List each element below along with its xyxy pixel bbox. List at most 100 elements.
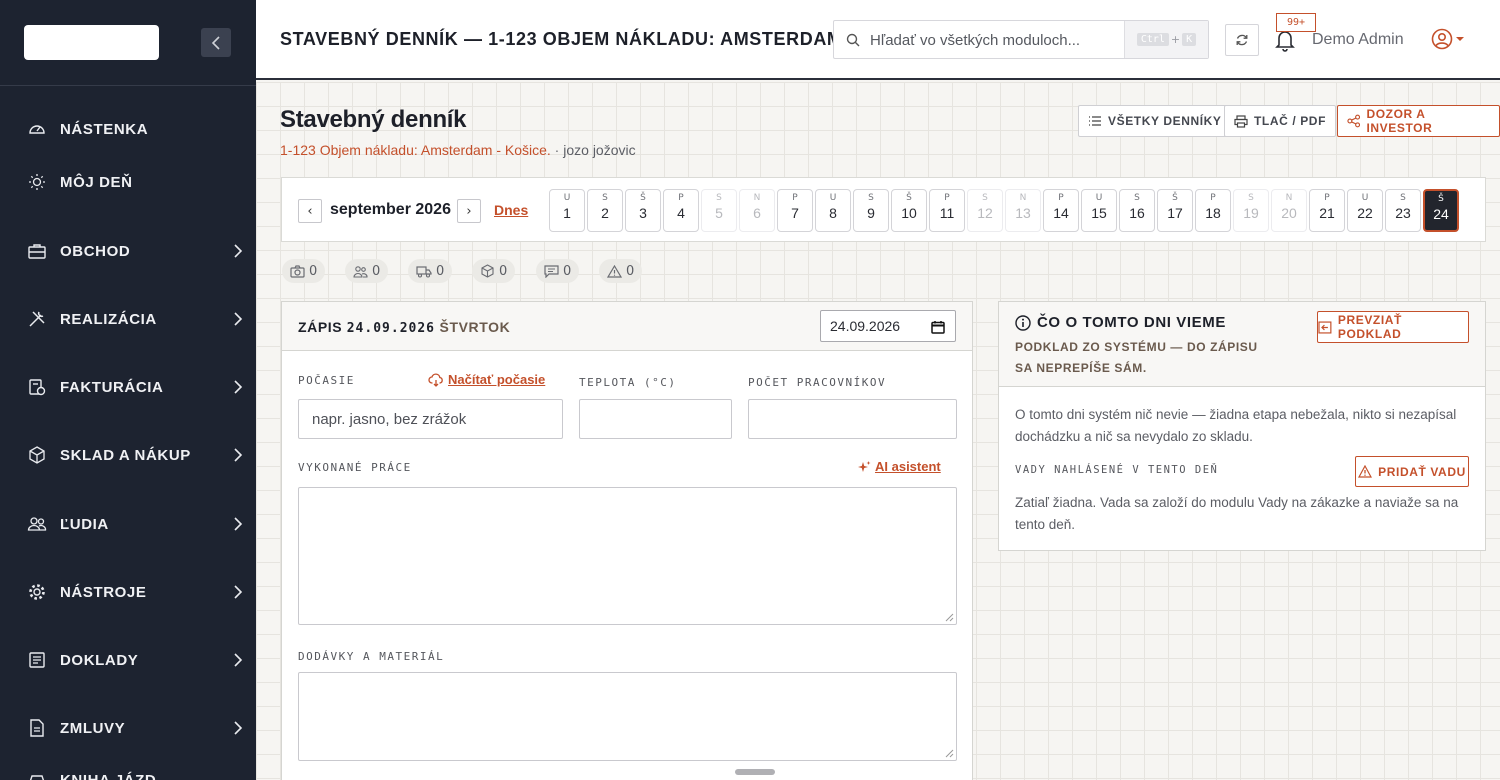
day-cell-10[interactable]: Š 10: [891, 189, 927, 232]
calendar-icon[interactable]: [931, 320, 945, 334]
sidebar-item-3[interactable]: REALIZÁCIA: [0, 299, 256, 339]
day-number: 16: [1129, 205, 1145, 221]
day-cell-7[interactable]: P7: [777, 189, 813, 232]
load-weather-link[interactable]: Načítať počasie: [428, 372, 545, 387]
day-number: 19: [1243, 205, 1259, 221]
day-cell-24[interactable]: Š 24: [1423, 189, 1459, 232]
temperature-input[interactable]: [579, 399, 732, 439]
day-cell-20[interactable]: N 20: [1271, 189, 1307, 232]
deliveries-textarea[interactable]: [298, 672, 957, 761]
day-weekday-letter: N: [1019, 193, 1027, 203]
truck-icon: [416, 265, 432, 278]
sidebar-item-10[interactable]: KNIHA JÁZD: [0, 760, 256, 780]
day-cell-4[interactable]: P4: [663, 189, 699, 232]
info-header: ČO O TOMTO DNI VIEME PODKLAD ZO SYSTÉMU …: [999, 302, 1485, 387]
day-cell-22[interactable]: U 22: [1347, 189, 1383, 232]
sidebar-item-2[interactable]: OBCHOD: [0, 231, 256, 271]
day-cell-21[interactable]: P 21: [1309, 189, 1345, 232]
ai-assistant-link[interactable]: AI asistent: [857, 459, 941, 474]
warning-icon: [607, 264, 622, 278]
sidebar-item-7[interactable]: NÁSTROJE: [0, 572, 256, 612]
weather-label: POČASIE: [298, 374, 355, 387]
day-cell-23[interactable]: S 23: [1385, 189, 1421, 232]
day-cell-12[interactable]: S 12: [967, 189, 1003, 232]
user-menu[interactable]: [1431, 28, 1464, 50]
counter-warning[interactable]: 0: [599, 259, 643, 283]
day-cell-13[interactable]: N 13: [1005, 189, 1041, 232]
day-weekday-letter: S: [982, 193, 988, 203]
all-diaries-button[interactable]: VŠETKY DENNÍKY: [1078, 105, 1232, 137]
counter-people[interactable]: 0: [345, 259, 389, 283]
info-text: O tomto dni systém nič nevie — žiadna et…: [1015, 407, 1457, 444]
day-cell-19[interactable]: S 19: [1233, 189, 1269, 232]
add-defect-label: PRIDAŤ VADU: [1378, 464, 1466, 479]
sidebar-item-label: ZMLUVY: [60, 719, 126, 737]
day-cell-14[interactable]: P 14: [1043, 189, 1079, 232]
prev-month-button[interactable]: ‹: [298, 199, 322, 223]
user-name[interactable]: Demo Admin: [1312, 31, 1404, 49]
counter-box[interactable]: 0: [472, 259, 516, 283]
day-cell-11[interactable]: P 11: [929, 189, 965, 232]
day-cell-1[interactable]: U1: [549, 189, 585, 232]
search-box[interactable]: Ctrl + K: [833, 20, 1209, 59]
logo[interactable]: [24, 25, 159, 60]
day-number: 20: [1281, 205, 1297, 221]
day-cell-3[interactable]: Š3: [625, 189, 661, 232]
sidebar-item-1[interactable]: MÔJ DEŇ: [0, 162, 256, 202]
sidebar-item-5[interactable]: SKLAD A NÁKUP: [0, 435, 256, 475]
counter-value: 0: [626, 263, 635, 279]
day-number: 12: [977, 205, 993, 221]
weather-input[interactable]: napr. jasno, bez zrážok: [298, 399, 563, 439]
invoice-icon: [27, 377, 47, 397]
sidebar-item-6[interactable]: ĽUDIA: [0, 504, 256, 544]
counter-camera[interactable]: 0: [282, 259, 326, 283]
sidebar-item-label: MÔJ DEŇ: [60, 173, 133, 191]
contract-icon: [27, 718, 47, 738]
day-cell-9[interactable]: S9: [853, 189, 889, 232]
supervision-investor-button[interactable]: DOZOR A INVESTOR: [1337, 105, 1500, 137]
work-done-textarea[interactable]: [298, 487, 957, 625]
workers-count-input[interactable]: [748, 399, 957, 439]
user-avatar-icon: [1431, 28, 1453, 50]
date-picker-input[interactable]: 24.09.2026: [820, 310, 956, 342]
sidebar-item-8[interactable]: DOKLADY: [0, 640, 256, 680]
import-icon: [1318, 320, 1332, 334]
day-cell-5[interactable]: S5: [701, 189, 737, 232]
day-cell-2[interactable]: S2: [587, 189, 623, 232]
info-subtitle: PODKLAD ZO SYSTÉMU — DO ZÁPISU SA NEPREP…: [1015, 340, 1258, 375]
chevron-left-icon: [211, 35, 220, 50]
counter-comment[interactable]: 0: [536, 259, 580, 283]
resize-grip-icon[interactable]: [945, 749, 954, 758]
print-pdf-button[interactable]: TLAČ / PDF: [1224, 105, 1336, 137]
today-link[interactable]: Dnes: [494, 202, 528, 218]
day-cell-8[interactable]: U8: [815, 189, 851, 232]
sidebar-item-4[interactable]: FAKTURÁCIA: [0, 367, 256, 407]
search-input[interactable]: [870, 29, 1120, 51]
camera-icon: [290, 264, 305, 278]
chevron-right-icon: [233, 311, 243, 327]
project-link[interactable]: 1-123 Objem nákladu: Amsterdam - Košice.: [280, 142, 551, 158]
day-cell-6[interactable]: N6: [739, 189, 775, 232]
printer-icon: [1234, 114, 1248, 128]
day-cell-18[interactable]: P 18: [1195, 189, 1231, 232]
caret-down-icon: [1456, 37, 1464, 41]
people-icon: [27, 514, 47, 534]
counter-truck[interactable]: 0: [408, 259, 453, 283]
add-defect-button[interactable]: PRIDAŤ VADU: [1355, 456, 1469, 487]
day-cell-15[interactable]: U 15: [1081, 189, 1117, 232]
refresh-icon: [1236, 34, 1248, 46]
collapse-sidebar-button[interactable]: [201, 28, 231, 57]
day-number: 15: [1091, 205, 1107, 221]
next-month-button[interactable]: ›: [457, 199, 481, 223]
sidebar-item-9[interactable]: ZMLUVY: [0, 708, 256, 748]
take-source-button[interactable]: PREVZIAŤ PODKLAD: [1317, 311, 1469, 343]
resize-grip-icon[interactable]: [945, 613, 954, 622]
drag-handle[interactable]: [735, 769, 775, 775]
sidebar-item-0[interactable]: NÁSTENKA: [0, 109, 256, 149]
sidebar-item-label: NÁSTENKA: [60, 120, 149, 138]
day-cell-17[interactable]: Š 17: [1157, 189, 1193, 232]
day-cell-16[interactable]: S 16: [1119, 189, 1155, 232]
refresh-button[interactable]: [1225, 24, 1259, 56]
day-number: 23: [1395, 205, 1411, 221]
work-done-label: VYKONANÉ PRÁCE: [298, 461, 412, 474]
